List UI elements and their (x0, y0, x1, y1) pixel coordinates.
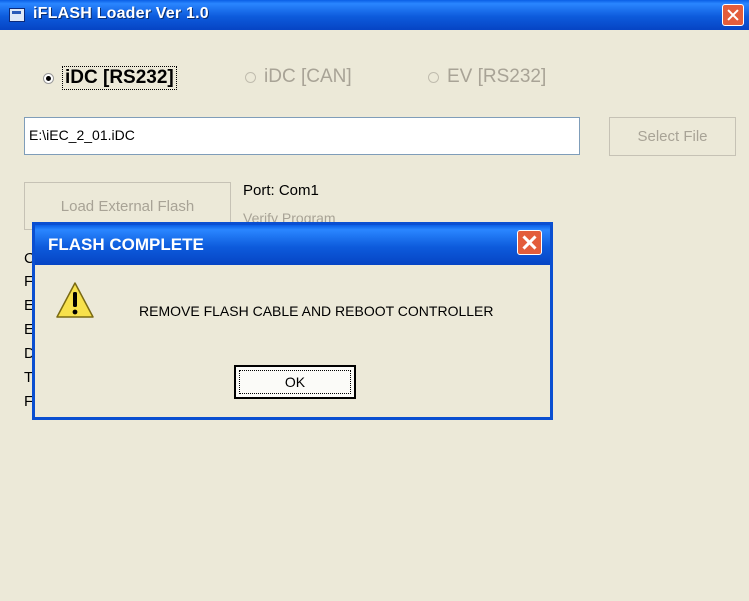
main-window: iFLASH Loader Ver 1.0 iDC [RS232] iDC [C… (0, 0, 749, 601)
dialog-close-icon[interactable] (517, 230, 542, 255)
radio-idc-rs232[interactable]: iDC [RS232] (43, 66, 177, 90)
load-external-flash-label: Load External Flash (60, 197, 195, 215)
radio-dot[interactable] (245, 71, 256, 83)
dialog-title-bar[interactable]: FLASH COMPLETE (35, 225, 550, 265)
radio-dot[interactable] (43, 72, 54, 84)
dialog-title: FLASH COMPLETE (48, 235, 204, 254)
window-title: iFLASH Loader Ver 1.0 (33, 5, 209, 22)
app-window-icon (9, 8, 25, 22)
radio-ev-rs232[interactable]: EV [RS232] (428, 66, 546, 88)
ok-button[interactable]: OK (234, 365, 356, 399)
radio-label: iDC [CAN] (264, 66, 352, 87)
select-file-label: Select File (637, 128, 708, 145)
radio-dot[interactable] (428, 71, 439, 83)
file-path-input[interactable]: E:\iEC_2_01.iDC (24, 117, 580, 155)
dialog-message: REMOVE FLASH CABLE AND REBOOT CONTROLLER (139, 303, 494, 319)
radio-idc-can[interactable]: iDC [CAN] (245, 66, 352, 88)
radio-label: iDC [RS232] (62, 66, 177, 90)
ok-label: OK (284, 374, 306, 390)
select-file-button[interactable]: Select File (609, 117, 736, 156)
warning-icon (56, 282, 94, 318)
port-label: Port: Com1 (243, 182, 319, 199)
flash-complete-dialog: FLASH COMPLETE REMOVE FLASH CABLE AND RE… (32, 222, 553, 420)
radio-label: EV [RS232] (447, 66, 547, 87)
title-bar[interactable]: iFLASH Loader Ver 1.0 (0, 0, 749, 30)
close-icon[interactable] (722, 4, 744, 26)
